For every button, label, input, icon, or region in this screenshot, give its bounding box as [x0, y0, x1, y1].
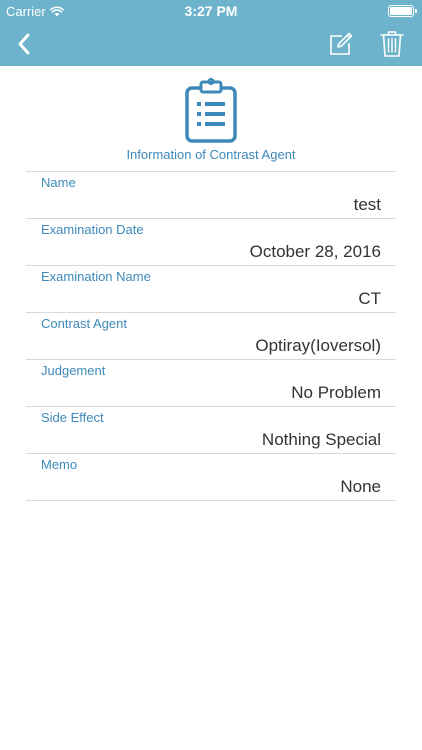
field-label: Memo	[41, 457, 78, 472]
field-value: CT	[358, 289, 381, 308]
field-value: test	[353, 195, 381, 214]
detail-row-side-effect: Side Effect Nothing Special	[26, 407, 396, 454]
detail-list: Name test Examination Date October 28, 2016…	[26, 171, 396, 501]
field-value: Optiray(Ioversol)	[255, 336, 381, 355]
clipboard-list-icon	[185, 78, 237, 143]
field-label: Examination Date	[41, 222, 144, 237]
detail-row-examination-date: Examination Date October 28, 2016	[26, 219, 396, 266]
field-value: October 28, 2016	[249, 242, 381, 261]
back-button[interactable]	[8, 28, 40, 60]
status-time: 3:27 PM	[184, 3, 238, 19]
page-title: Information of Contrast Agent	[126, 147, 296, 162]
field-value: No Problem	[291, 383, 381, 402]
delete-button[interactable]	[376, 27, 408, 61]
detail-row-name: Name test	[26, 172, 396, 219]
field-value: Nothing Special	[261, 430, 381, 449]
hero-section: Information of Contrast Agent	[0, 78, 422, 162]
detail-row-contrast-agent: Contrast Agent Optiray(Ioversol)	[26, 313, 396, 360]
edit-icon	[330, 32, 353, 55]
battery-level	[390, 7, 412, 15]
chevron-left-icon	[18, 33, 30, 55]
field-label: Judgement	[41, 363, 106, 378]
detail-row-memo: Memo None	[26, 454, 396, 501]
battery-icon	[388, 5, 417, 17]
field-label: Examination Name	[41, 269, 151, 284]
status-bar: Carrier 3:27 PM	[0, 0, 422, 22]
header: Carrier 3:27 PM	[0, 0, 422, 66]
detail-row-examination-name: Examination Name CT	[26, 266, 396, 313]
field-label: Name	[41, 175, 76, 190]
field-label: Contrast Agent	[41, 316, 127, 331]
detail-row-judgement: Judgement No Problem	[26, 360, 396, 407]
field-value: None	[340, 477, 381, 496]
nav-bar	[0, 22, 422, 66]
field-label: Side Effect	[41, 410, 104, 425]
trash-icon	[380, 31, 404, 57]
edit-button[interactable]	[325, 28, 357, 60]
